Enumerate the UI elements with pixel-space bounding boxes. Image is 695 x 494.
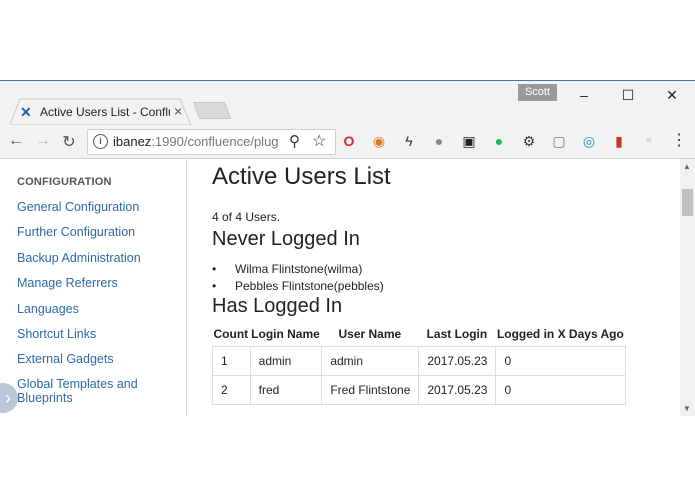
- confluence-logo-icon: ✕: [20, 104, 32, 120]
- new-tab-button[interactable]: [192, 102, 232, 119]
- main-content: Active Users List 4 of 4 Users. Never Lo…: [212, 159, 667, 416]
- sidebar-item-further-configuration[interactable]: Further Configuration: [17, 225, 177, 239]
- scrollbar-thumb[interactable]: [682, 189, 693, 216]
- admin-sidebar: CONFIGURATION General Configuration Furt…: [0, 159, 187, 416]
- tab-close-icon[interactable]: ×: [174, 103, 182, 119]
- browser-window: ✕ Active Users List - Conflu × Scott – ☐…: [0, 80, 695, 416]
- info-icon[interactable]: i: [93, 134, 108, 149]
- sidebar-item-general-configuration[interactable]: General Configuration: [17, 200, 177, 214]
- table-row: 1 admin admin 2017.05.23 0: [212, 346, 627, 376]
- never-logged-in-user: Wilma Flintstone(wilma): [235, 262, 363, 276]
- tab-active-users[interactable]: ✕ Active Users List - Conflu ×: [10, 98, 192, 126]
- cell-last-login: 2017.05.23: [418, 375, 497, 405]
- close-window-button[interactable]: ✕: [657, 85, 687, 105]
- cell-count: 1: [212, 346, 251, 376]
- minimize-button[interactable]: –: [569, 85, 599, 105]
- cell-login-name: admin: [249, 346, 323, 376]
- tab-title: Active Users List - Conflu: [40, 105, 170, 119]
- back-icon[interactable]: ←: [6, 132, 26, 150]
- sidebar-heading: CONFIGURATION: [17, 176, 112, 188]
- tab-extension-icon[interactable]: ▣: [460, 132, 478, 150]
- cell-user-name: Fred Flintstone: [321, 375, 420, 405]
- forward-icon[interactable]: →: [33, 132, 53, 150]
- column-header-days-ago: Logged in X Days Ago: [496, 327, 624, 341]
- circle-extension-icon[interactable]: ◎: [580, 132, 598, 150]
- address-bar[interactable]: i ibanez:1990/confluence/plug ⚲ ☆: [87, 129, 336, 155]
- sidebar-item-global-templates[interactable]: Global Templates and Blueprints: [17, 377, 147, 405]
- cell-days-ago: 0: [495, 346, 627, 376]
- cell-user-name: admin: [321, 346, 420, 376]
- never-logged-in-user: Pebbles Flintstone(pebbles): [235, 279, 384, 293]
- gear-extension-icon[interactable]: ⚙: [520, 132, 538, 150]
- cell-days-ago: 0: [495, 375, 627, 405]
- page-title: Active Users List: [212, 163, 391, 190]
- column-header-count: Count: [213, 327, 249, 341]
- sidebar-item-backup-administration[interactable]: Backup Administration: [17, 251, 177, 265]
- sidebar-collapse-chevron-icon[interactable]: ›: [0, 383, 18, 413]
- reload-icon[interactable]: ↻: [59, 132, 79, 152]
- scroll-down-arrow-icon[interactable]: ▼: [683, 404, 691, 413]
- zoom-icon[interactable]: ⚲: [289, 132, 300, 150]
- extension-eye-icon[interactable]: ◉: [370, 132, 388, 150]
- sidebar-item-external-gadgets[interactable]: External Gadgets: [17, 352, 177, 366]
- url-host: ibanez: [113, 134, 152, 149]
- url-path: :1990/confluence/plug: [151, 134, 279, 149]
- table-row: 2 fred Fred Flintstone 2017.05.23 0: [212, 375, 627, 405]
- cell-last-login: 2017.05.23: [418, 346, 497, 376]
- cell-count: 2: [212, 375, 251, 405]
- page-viewport: CONFIGURATION General Configuration Furt…: [0, 159, 680, 416]
- logged-in-users-table: Count Login Name User Name Last Login Lo…: [212, 326, 627, 405]
- sidebar-item-shortcut-links[interactable]: Shortcut Links: [17, 327, 177, 341]
- url-text: ibanez:1990/confluence/plug: [113, 134, 285, 149]
- bookmark-star-icon[interactable]: ☆: [312, 131, 326, 151]
- globe-extension-icon[interactable]: ●: [430, 132, 448, 150]
- misc-extension-icon[interactable]: ≈: [640, 132, 658, 150]
- never-logged-in-heading: Never Logged In: [212, 228, 360, 250]
- square-extension-icon[interactable]: ▢: [550, 132, 568, 150]
- chat-extension-icon[interactable]: ●: [490, 132, 508, 150]
- sidebar-item-languages[interactable]: Languages: [17, 302, 177, 316]
- cell-login-name: fred: [249, 375, 323, 405]
- sidebar-item-manage-referrers[interactable]: Manage Referrers: [17, 276, 177, 290]
- lightning-extension-icon[interactable]: ϟ: [400, 132, 418, 150]
- page-scrollbar[interactable]: ▲ ▼: [680, 159, 695, 416]
- title-bar: ✕ Active Users List - Conflu × Scott – ☐…: [0, 81, 695, 126]
- has-logged-in-heading: Has Logged In: [212, 295, 343, 317]
- profile-badge[interactable]: Scott: [518, 84, 557, 101]
- column-header-user-name: User Name: [338, 327, 402, 341]
- browser-toolbar: ← → ↻ i ibanez:1990/confluence/plug ⚲ ☆ …: [0, 125, 695, 159]
- scroll-up-arrow-icon[interactable]: ▲: [683, 162, 691, 171]
- menu-icon[interactable]: ⋮: [670, 132, 688, 150]
- opera-extension-icon[interactable]: O: [340, 132, 358, 150]
- maximize-button[interactable]: ☐: [613, 85, 643, 105]
- column-header-last-login: Last Login: [426, 327, 488, 341]
- table-header-row: Count Login Name User Name Last Login Lo…: [213, 326, 626, 347]
- user-count: 4 of 4 Users.: [212, 210, 281, 224]
- book-extension-icon[interactable]: ▮: [610, 132, 628, 150]
- column-header-login-name: Login Name: [251, 327, 320, 341]
